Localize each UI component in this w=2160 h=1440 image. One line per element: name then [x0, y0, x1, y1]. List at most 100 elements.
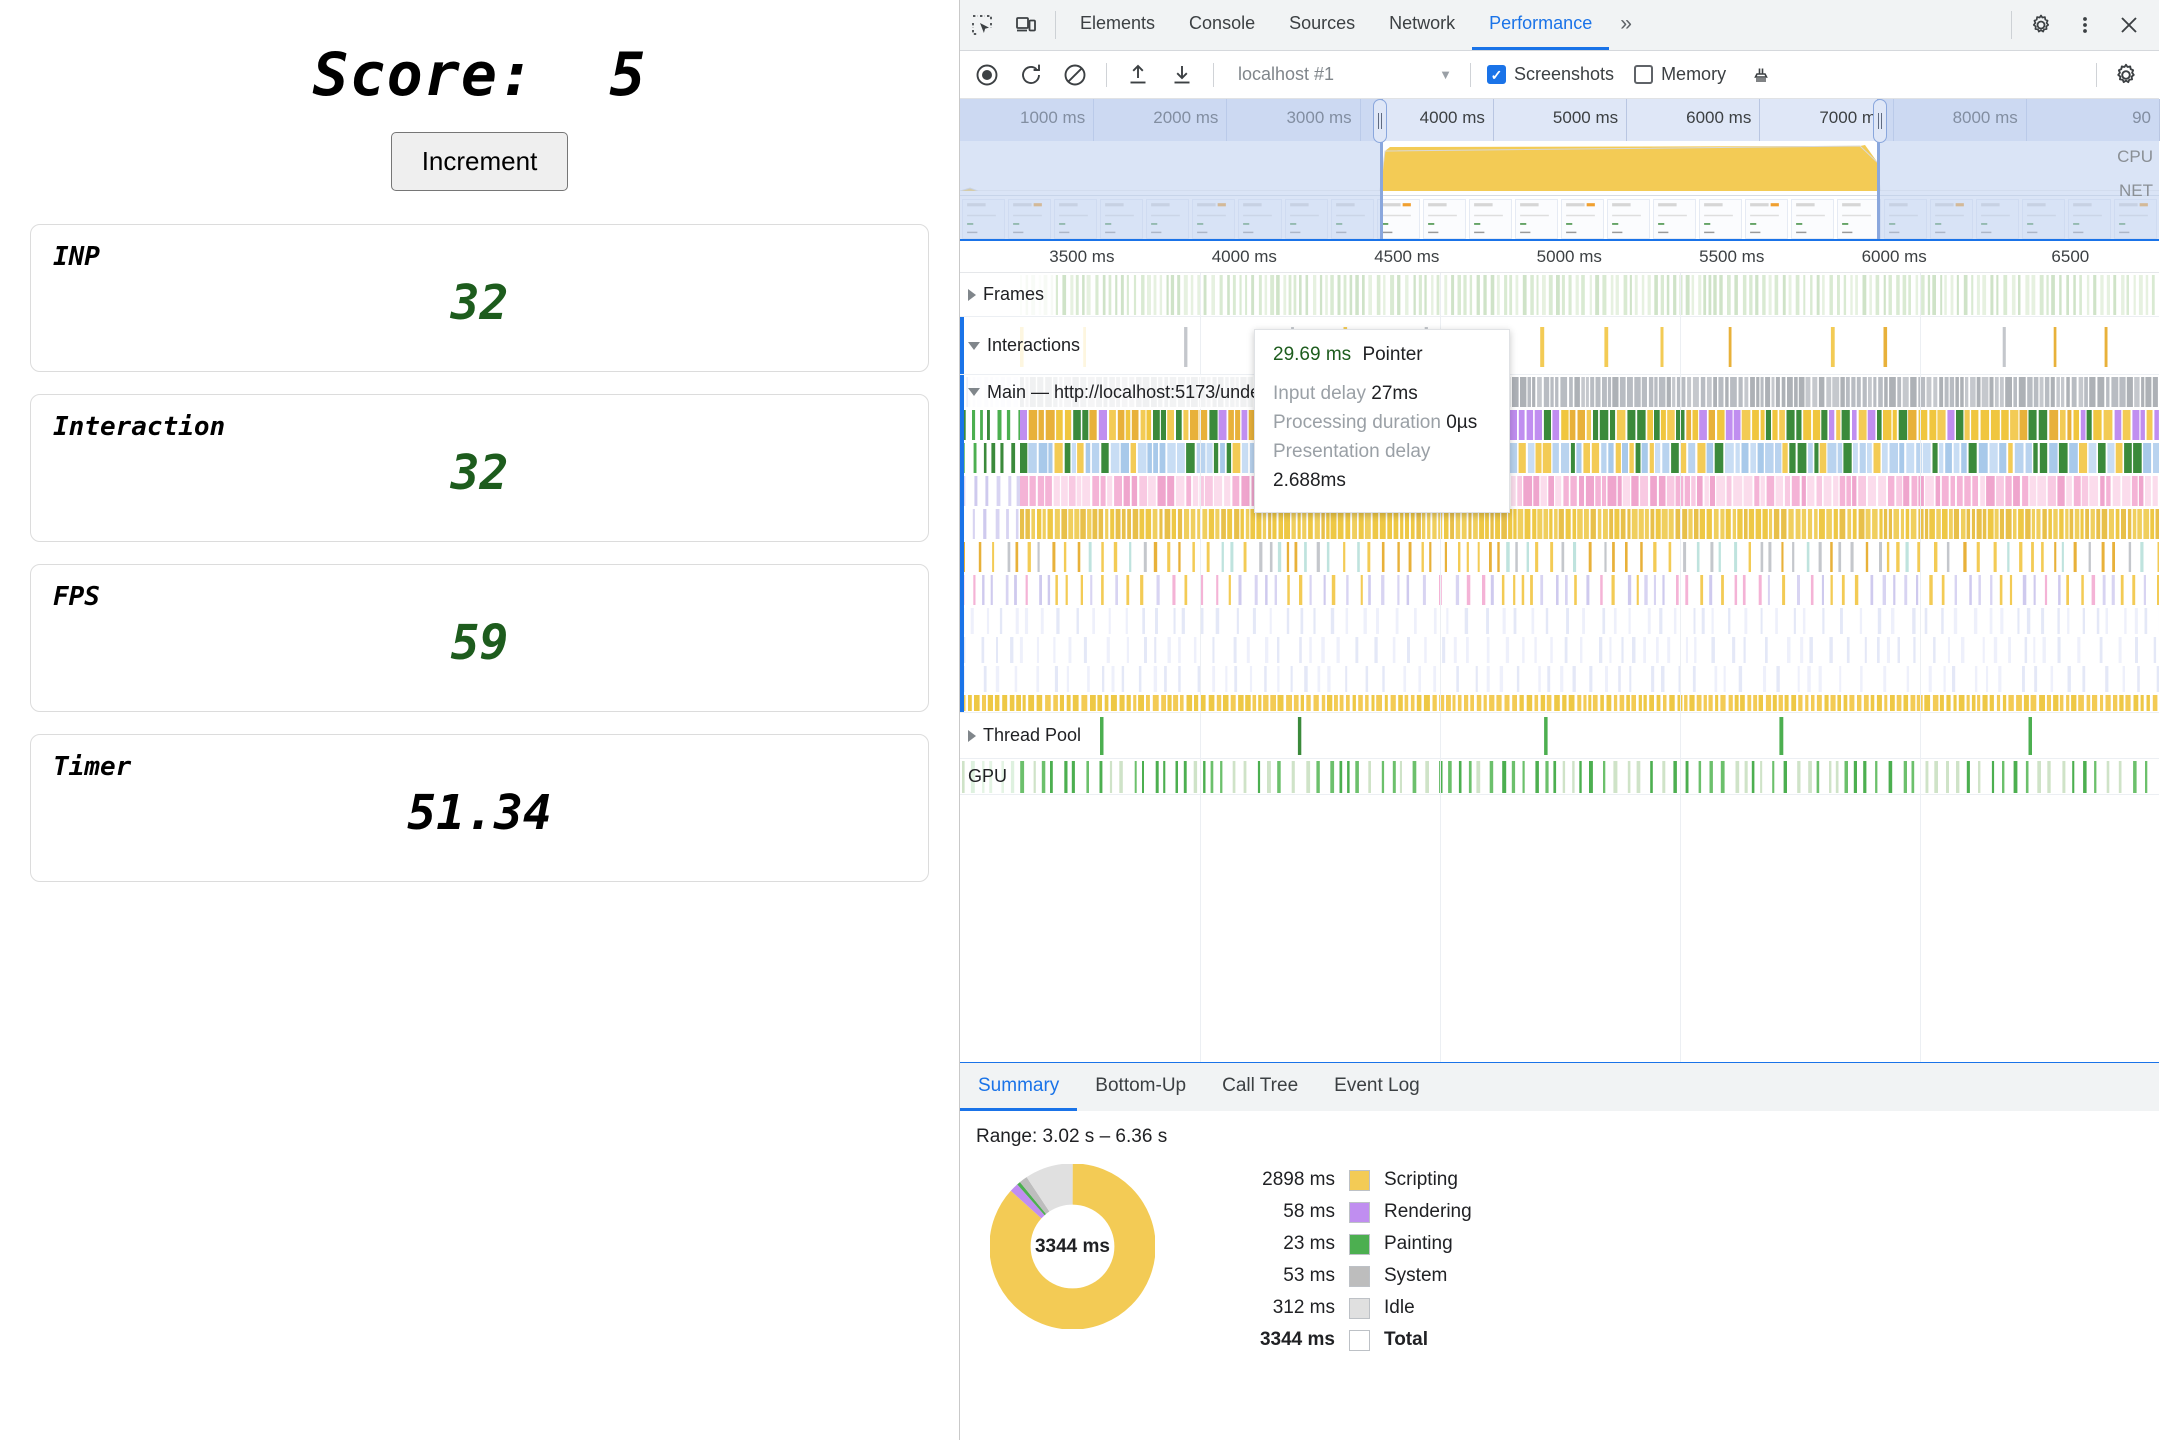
increment-button-row: Increment: [0, 132, 959, 191]
flame-track[interactable]: Thread Pool: [960, 713, 2159, 759]
page-title: Score: 5: [312, 40, 647, 110]
increment-button[interactable]: Increment: [390, 132, 569, 191]
details-tab-call-tree[interactable]: Call Tree: [1204, 1063, 1316, 1111]
memory-checkbox-box: [1634, 65, 1654, 84]
flame-track-title[interactable]: Thread Pool: [968, 713, 1092, 758]
performance-controls-toolbar: localhost #1 ▼ Screenshots Memory: [960, 51, 2159, 99]
devtools-tabbar: Elements Console Sources Network Performance…: [960, 0, 2159, 51]
cpu-label: CPU: [2117, 147, 2153, 166]
tooltip-header: 29.69 ms Pointer: [1273, 344, 1491, 366]
metric-card-label: INP: [53, 242, 100, 272]
more-options-icon[interactable]: [2063, 0, 2107, 50]
flame-track[interactable]: GPU: [960, 759, 2159, 795]
device-toolbar-icon[interactable]: [1004, 0, 1048, 50]
screenshots-checkbox[interactable]: Screenshots: [1487, 64, 1614, 85]
chevron-down-icon[interactable]: [968, 341, 980, 350]
flame-track-events[interactable]: [960, 713, 2159, 758]
legend-swatch: [1349, 1169, 1370, 1191]
reload-and-record-icon[interactable]: [1010, 54, 1052, 96]
flame-track[interactable]: Main — http://localhost:5173/unders: [960, 375, 2159, 713]
flame-track-title[interactable]: GPU: [968, 759, 1018, 794]
flame-track[interactable]: Frames: [960, 273, 2159, 317]
flame-chart[interactable]: 3500 ms 4000 ms 4500 ms 5000 ms 5500 ms 6000 …: [960, 239, 2159, 1062]
load-profile-icon[interactable]: [1117, 54, 1159, 96]
details-tab-list: Summary Bottom-Up Call Tree Event Log: [960, 1063, 2159, 1111]
legend-row[interactable]: 58 ms Rendering: [1223, 1196, 1472, 1228]
legend-total-row: 3344 ms Total: [1223, 1324, 1472, 1356]
screen-root: Score: 5 Increment INP 32 Interaction 32 FPS…: [0, 0, 2160, 1440]
memory-label: Memory: [1661, 64, 1727, 84]
flame-track-name: Frames: [983, 284, 1045, 304]
tab-network[interactable]: Network: [1372, 0, 1472, 50]
flame-track-title[interactable]: Frames: [968, 273, 1055, 316]
overview-handle-right[interactable]: [1873, 99, 1887, 143]
controls-divider-4: [2096, 62, 2097, 87]
overview-handle-left[interactable]: [1373, 99, 1387, 143]
flame-tick-label: 4000 ms: [1211, 247, 1277, 266]
event-tooltip: 29.69 ms Pointer Input delay 27ms Proces…: [1254, 329, 1510, 513]
flame-tick-label: 3500 ms: [1049, 247, 1115, 266]
details-tab-event-log[interactable]: Event Log: [1316, 1063, 1438, 1111]
tab-console[interactable]: Console: [1172, 0, 1272, 50]
gear-icon[interactable]: [2019, 0, 2063, 50]
more-tabs-button[interactable]: »: [1609, 0, 1643, 50]
legend-swatch: [1349, 1233, 1370, 1255]
flame-track[interactable]: Interactions: [960, 317, 2159, 375]
metric-card-label: Timer: [53, 752, 132, 782]
flame-track-name: Thread Pool: [983, 725, 1082, 745]
flame-tick-label: 6000 ms: [1861, 247, 1927, 266]
capture-settings-gear-icon[interactable]: [2105, 54, 2147, 96]
tooltip-row: Input delay 27ms: [1273, 383, 1418, 404]
overview-selection-window[interactable]: [1380, 99, 1880, 239]
summary-legend: 2898 ms Scripting 58 ms Rendering 23 ms Paint…: [1223, 1164, 1472, 1356]
flame-track-events[interactable]: [960, 317, 2159, 374]
legend-row[interactable]: 312 ms Idle: [1223, 1292, 1472, 1324]
chevron-right-icon[interactable]: [968, 729, 976, 742]
legend-value: 23 ms: [1283, 1233, 1335, 1254]
flame-track-name: Interactions: [987, 335, 1081, 355]
tab-elements[interactable]: Elements: [1063, 0, 1172, 50]
timeline-overview[interactable]: 1000 ms2000 ms3000 ms4000 ms5000 ms6000 …: [960, 99, 2160, 239]
profile-select[interactable]: localhost #1 ▼: [1230, 60, 1460, 90]
tab-performance[interactable]: Performance: [1472, 0, 1610, 50]
record-icon[interactable]: [966, 54, 1008, 96]
flame-gridline: [1920, 273, 1921, 1062]
chevron-down-icon: ▼: [1439, 67, 1452, 82]
chevron-down-icon[interactable]: [968, 388, 980, 396]
inspect-element-icon[interactable]: [960, 0, 1004, 50]
flame-track-title[interactable]: Main — http://localhost:5173/unders: [968, 375, 1286, 409]
tab-sources[interactable]: Sources: [1272, 0, 1372, 50]
flame-track-events[interactable]: [960, 273, 2159, 316]
tooltip-row: Presentation delay 2.688ms: [1273, 440, 1431, 491]
metric-card-value: 32: [450, 275, 509, 331]
legend-row[interactable]: 53 ms System: [1223, 1260, 1472, 1292]
net-label: NET: [2119, 181, 2153, 200]
chevron-right-icon[interactable]: [968, 288, 976, 301]
screenshots-checkbox-box: [1487, 65, 1506, 84]
flame-track-events[interactable]: [960, 759, 2159, 794]
legend-value: 2898 ms: [1262, 1169, 1335, 1190]
flame-track-events[interactable]: [960, 375, 2159, 712]
screenshots-label: Screenshots: [1514, 64, 1615, 84]
close-icon[interactable]: [2107, 0, 2151, 50]
controls-divider-1: [1106, 62, 1107, 87]
track-accent-bar: [960, 375, 964, 712]
metric-card: FPS 59: [30, 564, 929, 712]
legend-label: Rendering: [1384, 1201, 1472, 1222]
legend-row[interactable]: 2898 ms Scripting: [1223, 1164, 1472, 1196]
devtools-tab-list: Elements Console Sources Network Performance: [1063, 0, 1610, 50]
legend-row[interactable]: 23 ms Painting: [1223, 1228, 1472, 1260]
metric-card-list: INP 32 Interaction 32 FPS 59 Timer 51.34: [30, 224, 929, 882]
details-tab-bottom-up[interactable]: Bottom-Up: [1077, 1063, 1204, 1111]
details-panel: Summary Bottom-Up Call Tree Event Log Range…: [960, 1062, 2159, 1440]
memory-checkbox[interactable]: Memory: [1634, 64, 1726, 85]
collect-garbage-icon[interactable]: [1740, 54, 1782, 96]
clear-icon[interactable]: [1054, 54, 1096, 96]
save-profile-icon[interactable]: [1161, 54, 1203, 96]
details-tab-summary[interactable]: Summary: [960, 1063, 1078, 1111]
metric-card-value: 59: [450, 615, 509, 671]
donut-center-label: 3344 ms: [1034, 1235, 1110, 1257]
flame-tick-label: 5000 ms: [1536, 247, 1602, 266]
flame-track-title[interactable]: Interactions: [968, 317, 1091, 374]
overview-dim-right: [1880, 99, 2159, 239]
